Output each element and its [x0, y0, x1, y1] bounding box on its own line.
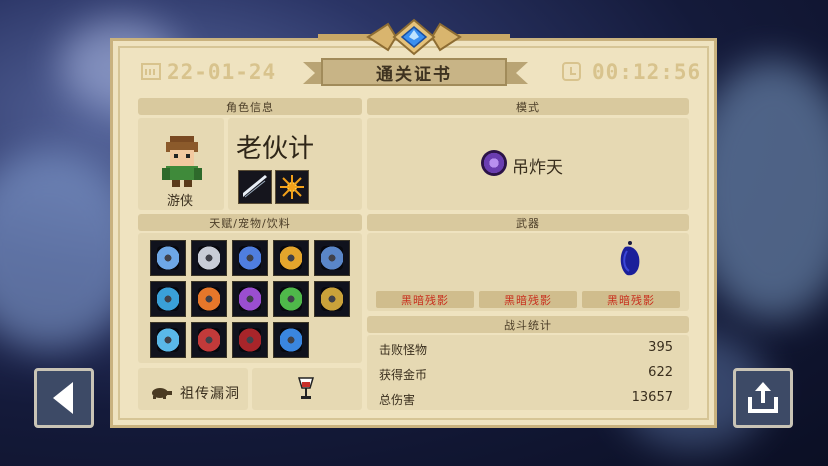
- armor-chest-buff-icon[interactable]: [314, 240, 350, 276]
- calendar-icon: [141, 63, 161, 80]
- brain-buff-icon[interactable]: [273, 322, 309, 358]
- purple-shield-buff-icon[interactable]: [232, 281, 268, 317]
- bat-buff-icon[interactable]: [232, 322, 268, 358]
- stat-row-kills: 击败怪物 395: [369, 338, 687, 359]
- claw-buff-icon[interactable]: [191, 322, 227, 358]
- slash-skill-icon[interactable]: [238, 170, 272, 204]
- back-arrow-icon: [53, 382, 73, 414]
- stat-value: 395: [648, 340, 673, 355]
- mode-header: 模式: [367, 98, 689, 115]
- share-icon: [748, 382, 778, 413]
- shield-buff-icon[interactable]: [150, 240, 186, 276]
- crosshair-buff-icon[interactable]: [150, 281, 186, 317]
- fire-shield-buff-icon[interactable]: [191, 281, 227, 317]
- stat-value: 622: [648, 365, 673, 380]
- stat-label: 击败怪物: [379, 343, 428, 357]
- time-text: 00:12:56: [592, 60, 702, 84]
- ranger-character-icon: [162, 136, 202, 187]
- relic-name: 祖传漏洞: [180, 386, 240, 402]
- date-text: 22-01-24: [167, 60, 277, 84]
- stat-label: 总伤害: [379, 393, 416, 407]
- blade-buff-icon[interactable]: [150, 322, 186, 358]
- demon-mode-icon: [481, 150, 507, 176]
- character-info-header: 角色信息: [138, 98, 362, 115]
- blue-shield-buff-icon[interactable]: [232, 240, 268, 276]
- stat-row-gold: 获得金币 622: [369, 363, 687, 384]
- gold-shield-buff-icon[interactable]: [273, 240, 309, 276]
- stat-value: 13657: [631, 390, 673, 405]
- character-class: 游侠: [166, 194, 193, 209]
- weapon-slot-2[interactable]: 黑暗残影: [479, 291, 577, 308]
- weapon-slot-1[interactable]: 黑暗残影: [376, 291, 474, 308]
- green-shield-buff-icon[interactable]: [273, 281, 309, 317]
- stat-label: 获得金币: [379, 368, 428, 382]
- stat-row-damage: 总伤害 13657: [369, 388, 687, 409]
- clock-icon: [562, 62, 581, 81]
- player-name: 老伙计: [236, 134, 315, 164]
- certificate-title: 通关证书: [321, 58, 507, 86]
- mode-name: 吊炸天: [512, 158, 563, 178]
- dark-shadow-weapon-icon[interactable]: [617, 239, 643, 277]
- gun-buff-icon[interactable]: [314, 281, 350, 317]
- back-button[interactable]: [34, 368, 94, 428]
- buffs-header: 天赋/宠物/饮料: [138, 214, 362, 231]
- turtle-icon: [152, 388, 172, 399]
- share-button[interactable]: [733, 368, 793, 428]
- battle-stats-header: 战斗统计: [367, 316, 689, 333]
- silver-shield-buff-icon[interactable]: [191, 240, 227, 276]
- wine-cup-icon: [297, 377, 315, 399]
- weapons-header: 武器: [367, 214, 689, 231]
- crest-ornament-icon: [318, 18, 510, 56]
- spark-skill-icon[interactable]: [275, 170, 309, 204]
- weapon-slot-3[interactable]: 黑暗残影: [582, 291, 680, 308]
